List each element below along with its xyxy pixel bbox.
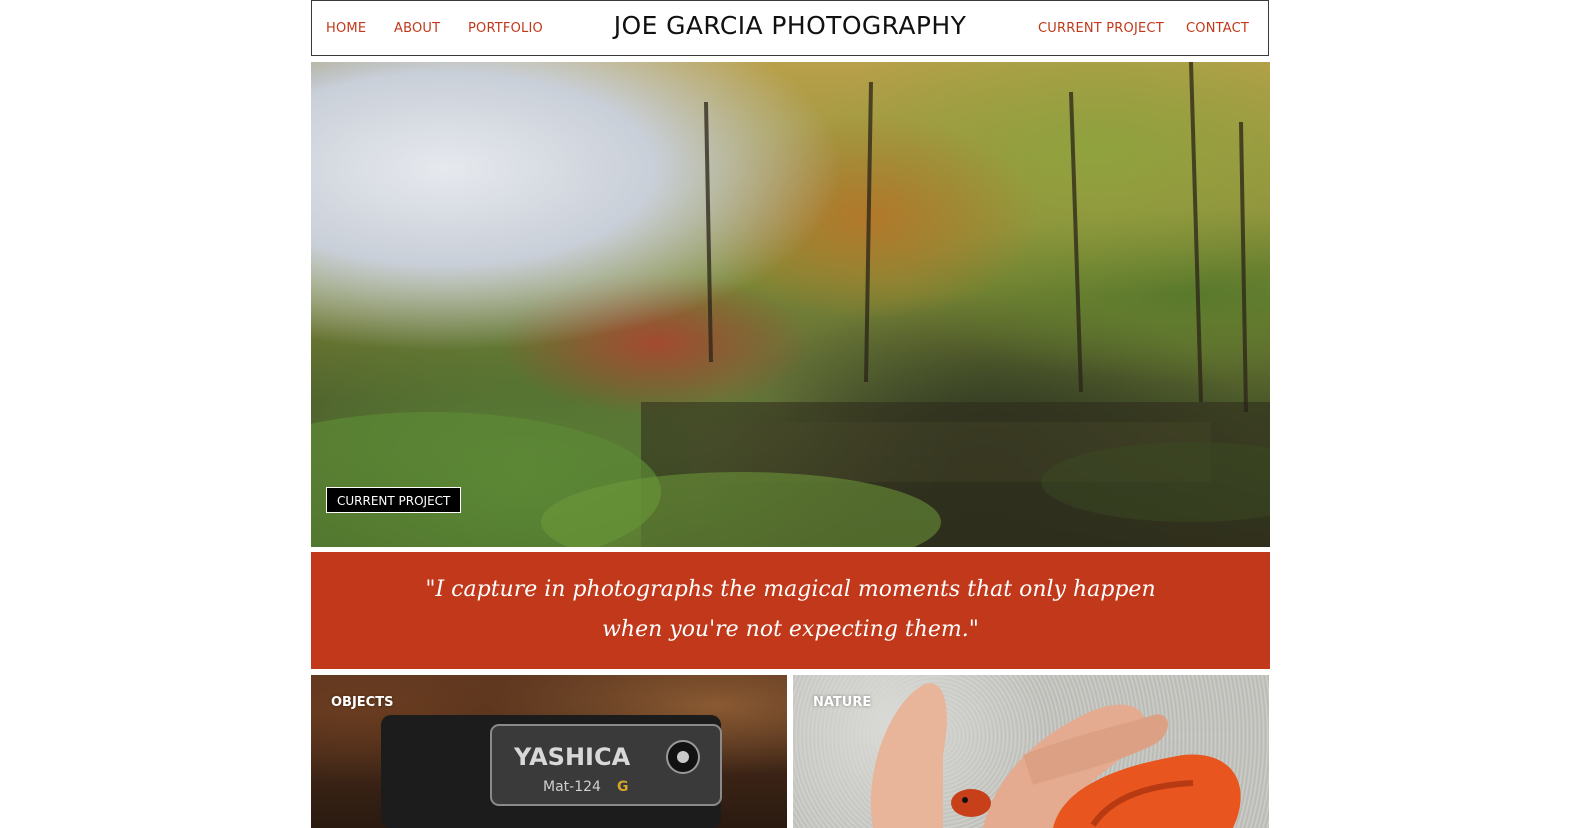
camera-badge-text: G: [617, 779, 629, 795]
tile-nature[interactable]: NATURE: [793, 675, 1269, 828]
nav-current-project-link[interactable]: CURRENT PROJECT: [1038, 21, 1164, 36]
nav-portfolio-link[interactable]: PORTFOLIO: [468, 21, 543, 36]
hero-image: CURRENT PROJECT: [311, 62, 1270, 547]
site-header: HOME ABOUT PORTFOLIO JOE GARCIA PHOTOGRA…: [311, 0, 1269, 56]
current-project-button[interactable]: CURRENT PROJECT: [326, 487, 462, 513]
nav-about-link[interactable]: ABOUT: [394, 21, 440, 36]
page: HOME ABOUT PORTFOLIO JOE GARCIA PHOTOGRA…: [0, 0, 1583, 828]
nav-contact-link[interactable]: CONTACT: [1186, 21, 1249, 36]
tile-nature-label: NATURE: [813, 695, 872, 710]
tile-objects-label: OBJECTS: [331, 695, 394, 710]
quote-text: "I capture in photographs the magical mo…: [425, 577, 1156, 642]
quote-banner: "I capture in photographs the magical mo…: [311, 552, 1270, 669]
tile-objects[interactable]: YASHICA Mat-124 G OBJECTS: [311, 675, 787, 828]
camera-brand-text: YASHICA: [513, 743, 631, 771]
camera-model-text: Mat-124: [543, 779, 601, 795]
nav-home-link[interactable]: HOME: [326, 21, 366, 36]
hero-forest-illustration: [311, 62, 1270, 547]
